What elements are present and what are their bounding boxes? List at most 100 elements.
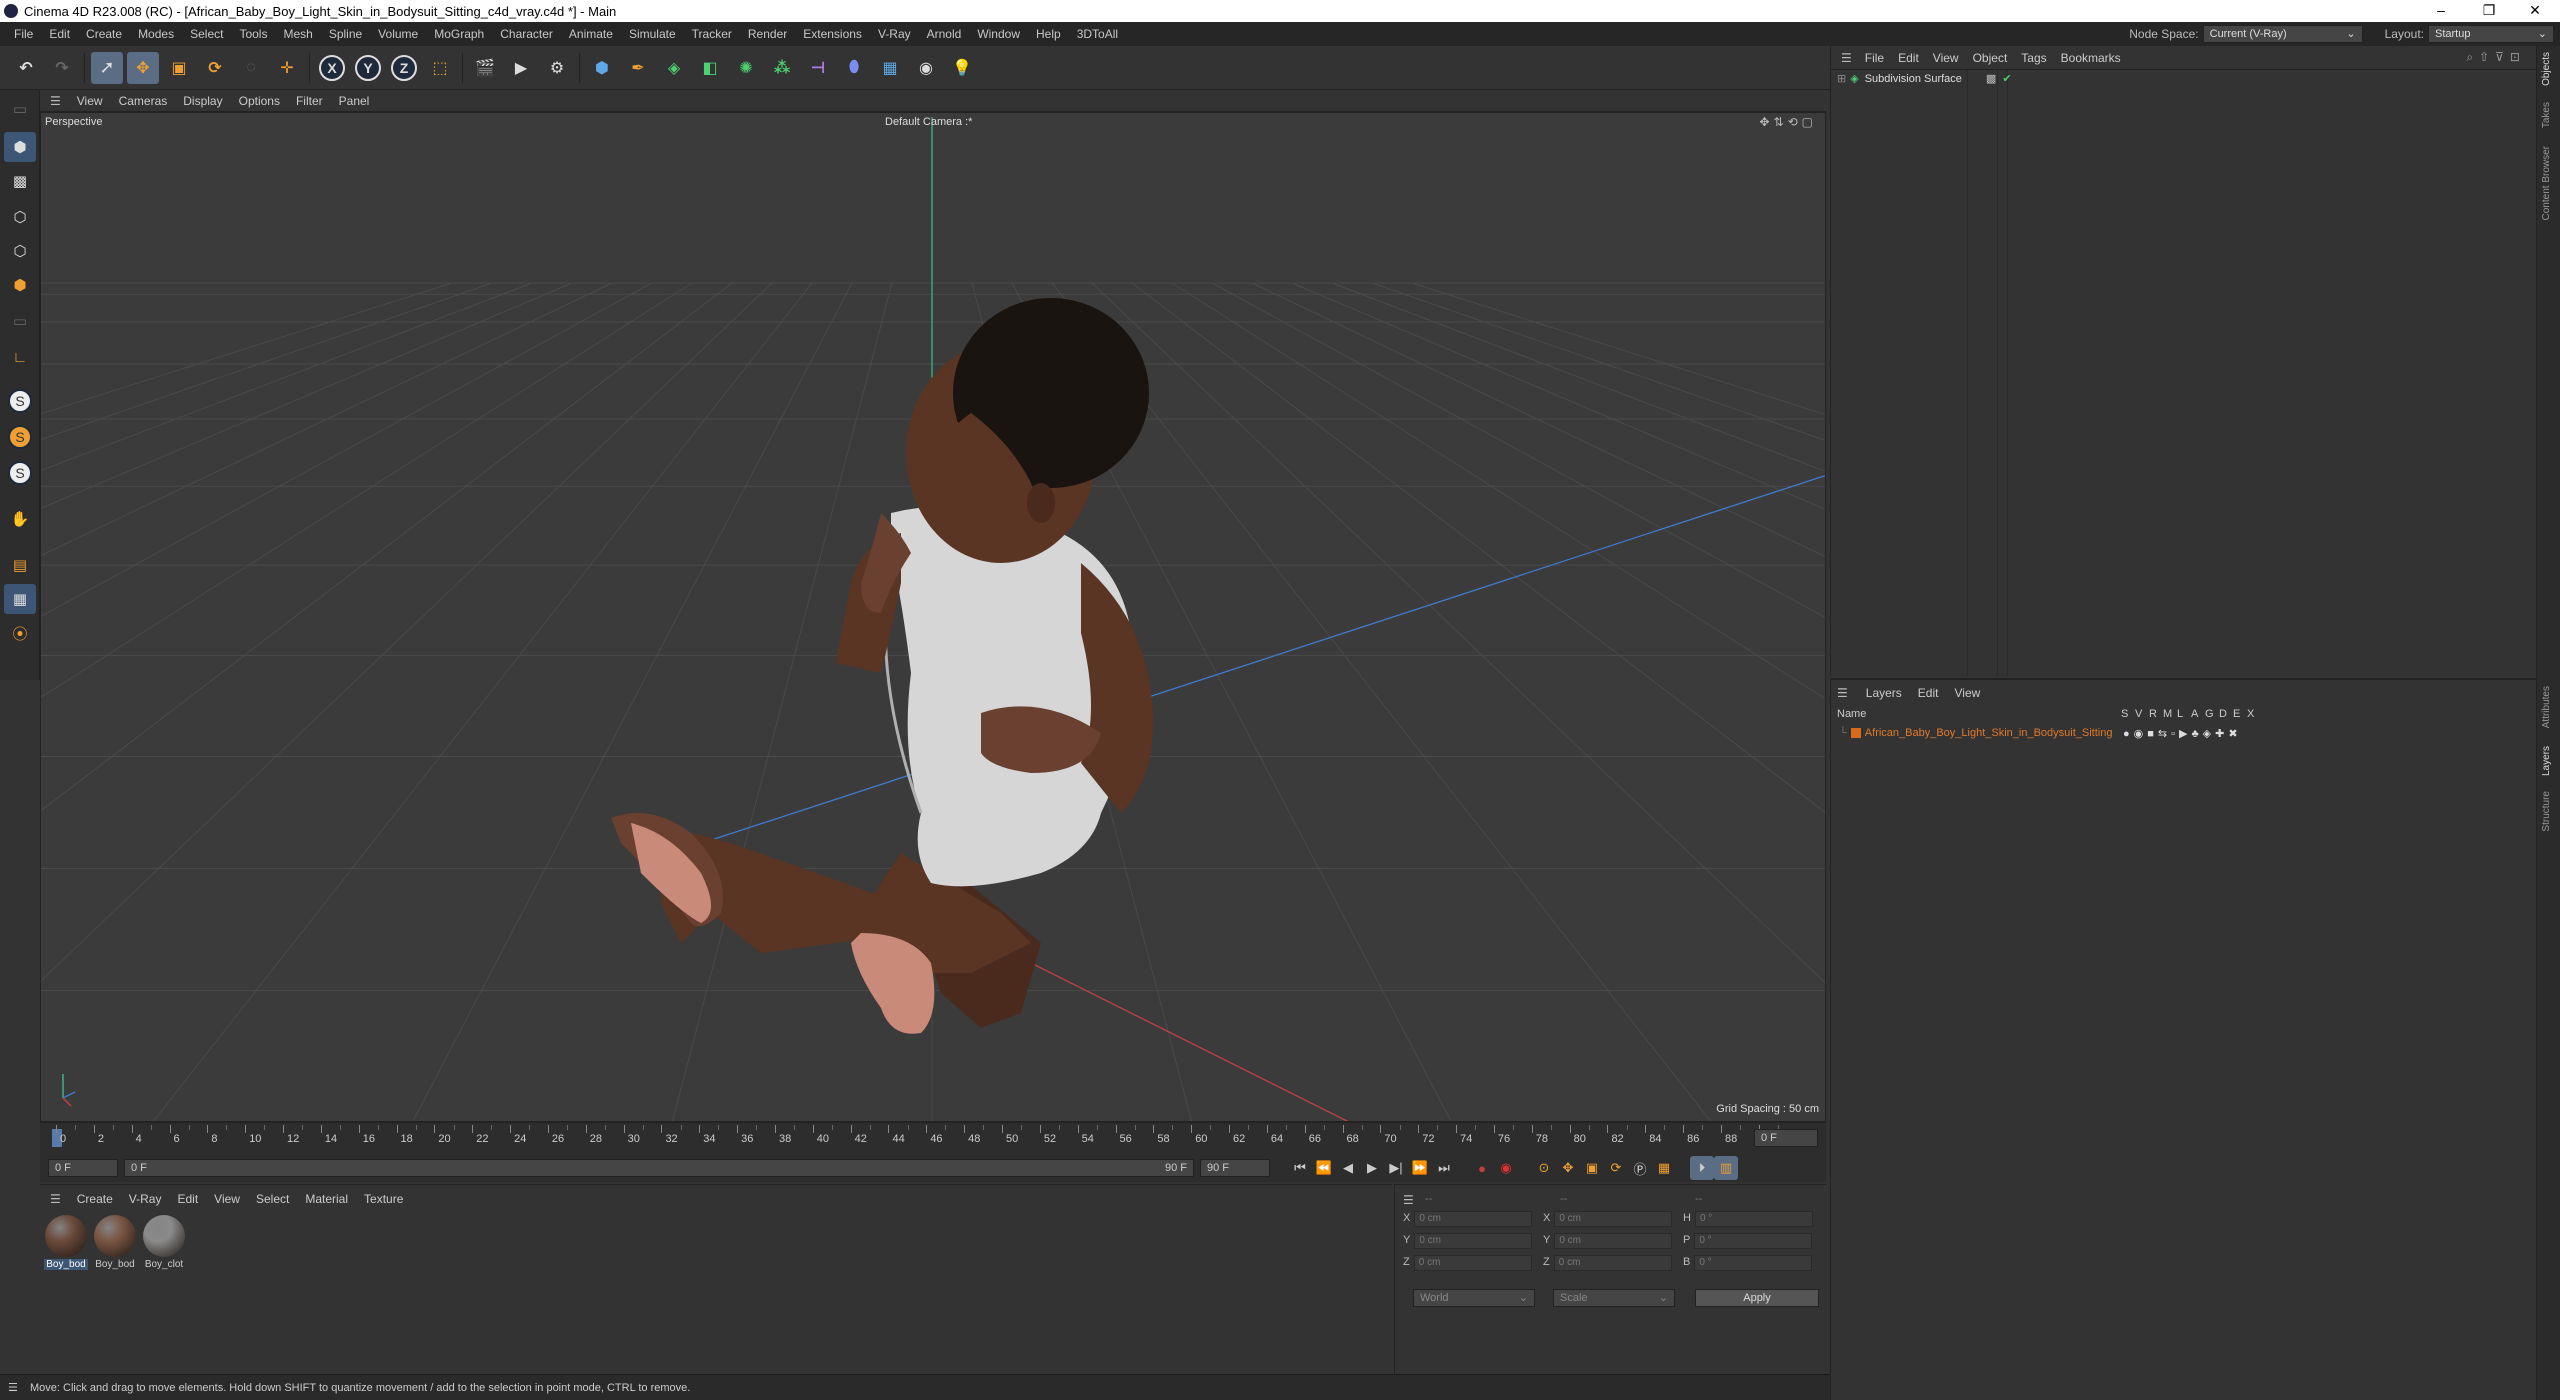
- right-tab-takes[interactable]: Takes: [2541, 102, 2552, 128]
- coord-value-field[interactable]: 0 cm: [1414, 1211, 1533, 1227]
- menu-item-tools[interactable]: Tools: [231, 27, 275, 41]
- material-item[interactable]: Boy_clot: [142, 1215, 186, 1270]
- next-frame-icon[interactable]: ▶|: [1384, 1156, 1408, 1180]
- cloner-icon[interactable]: ✺: [730, 52, 762, 84]
- right-tab-layers[interactable]: Layers: [2541, 746, 2552, 776]
- quantize-icon[interactable]: S: [4, 458, 36, 488]
- next-key-icon[interactable]: ⏩: [1408, 1156, 1432, 1180]
- layer-menu-view[interactable]: View: [1946, 686, 1988, 700]
- snap-icon[interactable]: S: [4, 386, 36, 416]
- coord-value-field[interactable]: 0 cm: [1554, 1233, 1673, 1249]
- camera-label[interactable]: Default Camera :*: [885, 116, 972, 128]
- object-menu-file[interactable]: File: [1858, 51, 1891, 65]
- pen-icon[interactable]: ✒: [622, 52, 654, 84]
- menu-item-volume[interactable]: Volume: [370, 27, 426, 41]
- layer-column-m[interactable]: M: [2163, 708, 2177, 720]
- edges-mode-icon[interactable]: ⬡: [4, 236, 36, 266]
- menu-item-spline[interactable]: Spline: [321, 27, 370, 41]
- current-frame-field[interactable]: 0 F: [1754, 1129, 1818, 1147]
- key-position-icon[interactable]: ✥: [1556, 1156, 1580, 1180]
- key-rotation-icon[interactable]: ⟳: [1604, 1156, 1628, 1180]
- maximize-button[interactable]: ❐: [2466, 0, 2512, 22]
- size-mode-dropdown[interactable]: Scale ⌄: [1553, 1289, 1675, 1307]
- coord-value-field[interactable]: 0 cm: [1413, 1255, 1532, 1271]
- coord-value-field[interactable]: 0 cm: [1414, 1233, 1533, 1249]
- object-menu-object[interactable]: Object: [1966, 51, 2015, 65]
- object-menu-view[interactable]: View: [1926, 51, 1966, 65]
- viewport-navigation-icons[interactable]: ✥⇅⟲▢: [1759, 115, 1817, 129]
- layout-dropdown[interactable]: Startup ⌄: [2428, 25, 2554, 43]
- menu-item-arnold[interactable]: Arnold: [919, 27, 970, 41]
- rotate-icon[interactable]: ⟳: [199, 52, 231, 84]
- current-frame-field[interactable]: 0 F: [48, 1159, 118, 1177]
- render-view-icon[interactable]: ▶: [505, 52, 537, 84]
- texture-mode-icon[interactable]: ▩: [4, 166, 36, 196]
- cube-icon[interactable]: ⬢: [586, 52, 618, 84]
- key-parameter-icon[interactable]: Ⓟ: [1628, 1156, 1652, 1180]
- material-menu-view[interactable]: View: [206, 1192, 248, 1206]
- key-pla-icon[interactable]: ▦: [1652, 1156, 1676, 1180]
- material-menu-create[interactable]: Create: [69, 1192, 121, 1206]
- material-item[interactable]: Boy_bod: [44, 1215, 88, 1270]
- viewport-menu-display[interactable]: Display: [175, 94, 230, 108]
- xpresso-icon[interactable]: ⦿: [4, 618, 36, 648]
- deformer-icon[interactable]: ⊣: [802, 52, 834, 84]
- layer-row[interactable]: └ African_Baby_Boy_Light_Skin_in_Bodysui…: [1831, 724, 2537, 742]
- floor-icon[interactable]: ▦: [874, 52, 906, 84]
- previous-frame-icon[interactable]: ◀: [1336, 1156, 1360, 1180]
- minimize-button[interactable]: –: [2418, 0, 2464, 22]
- layer-column-l[interactable]: L: [2177, 708, 2191, 720]
- node-space-dropdown[interactable]: Current (V-Ray) ⌄: [2202, 25, 2363, 43]
- status-menu-icon[interactable]: ☰: [8, 1381, 18, 1394]
- layer-column-e[interactable]: E: [2233, 708, 2247, 720]
- layer-menu-icon[interactable]: ☰: [1837, 686, 1858, 700]
- menu-item-file[interactable]: File: [6, 27, 41, 41]
- menu-item-render[interactable]: Render: [740, 27, 795, 41]
- camera-icon[interactable]: ◉: [910, 52, 942, 84]
- polygons-mode-icon[interactable]: ⬢: [4, 270, 36, 300]
- tag-icon[interactable]: ⬮: [838, 52, 870, 84]
- material-menu-edit[interactable]: Edit: [169, 1192, 206, 1206]
- material-menu-material[interactable]: Material: [297, 1192, 356, 1206]
- record-disabled-icon[interactable]: ●: [1470, 1156, 1494, 1180]
- material-menu-v-ray[interactable]: V-Ray: [121, 1192, 170, 1206]
- snap-settings-icon[interactable]: S: [4, 422, 36, 452]
- material-menu-select[interactable]: Select: [248, 1192, 297, 1206]
- model-mode-icon[interactable]: ⬢: [4, 132, 36, 162]
- sculpt-icon[interactable]: ✋: [4, 504, 36, 534]
- material-item[interactable]: Boy_bod: [93, 1215, 137, 1270]
- layer-toggle-icons[interactable]: ●◉■⇆▫▶♣◈✚✖: [2123, 727, 2242, 740]
- menu-item-help[interactable]: Help: [1028, 27, 1069, 41]
- object-menu-edit[interactable]: Edit: [1891, 51, 1926, 65]
- end-frame-field[interactable]: 90 F: [1200, 1159, 1270, 1177]
- undo-icon[interactable]: ↶: [10, 52, 42, 84]
- menu-item-mesh[interactable]: Mesh: [275, 27, 320, 41]
- menu-item-3dtoall[interactable]: 3DToAll: [1069, 27, 1126, 41]
- object-menu-icon[interactable]: ☰: [1841, 51, 1858, 65]
- viewport-menu-panel[interactable]: Panel: [331, 94, 378, 108]
- object-menu-tags[interactable]: Tags: [2014, 51, 2053, 65]
- timeline-ruler[interactable]: 0 2 4 6 8 10 12 14 16 18 20 22 24 26 28 30 32 34 36 38 40 42 4…: [40, 1122, 1826, 1154]
- points-mode-icon[interactable]: ⬡: [4, 202, 36, 232]
- layer-menu-layers[interactable]: Layers: [1858, 686, 1910, 700]
- menu-item-simulate[interactable]: Simulate: [621, 27, 684, 41]
- menu-item-animate[interactable]: Animate: [561, 27, 621, 41]
- material-menu-icon[interactable]: ☰: [50, 1192, 69, 1206]
- apply-button[interactable]: Apply: [1695, 1289, 1819, 1307]
- layer-color-swatch[interactable]: [1850, 728, 1861, 738]
- layer-column-a[interactable]: A: [2191, 708, 2205, 720]
- layer-column-r[interactable]: R: [2149, 708, 2163, 720]
- menu-item-edit[interactable]: Edit: [41, 27, 78, 41]
- axis-mode-icon[interactable]: ▭: [4, 306, 36, 336]
- right-tab-content-browser[interactable]: Content Browser: [2541, 146, 2552, 220]
- right-tab-objects[interactable]: Objects: [2541, 52, 2552, 86]
- layer-column-s[interactable]: S: [2121, 708, 2135, 720]
- floor-grid-icon[interactable]: ▦: [4, 584, 36, 614]
- viewport-menu-options[interactable]: Options: [231, 94, 288, 108]
- x-axis-icon[interactable]: X: [316, 52, 348, 84]
- menu-item-character[interactable]: Character: [492, 27, 561, 41]
- move-icon[interactable]: ✥: [127, 51, 159, 84]
- hair-icon[interactable]: ⁂: [766, 52, 798, 84]
- workplane-icon[interactable]: ∟: [4, 342, 36, 372]
- coordinates-menu-icon[interactable]: ☰: [1403, 1193, 1414, 1207]
